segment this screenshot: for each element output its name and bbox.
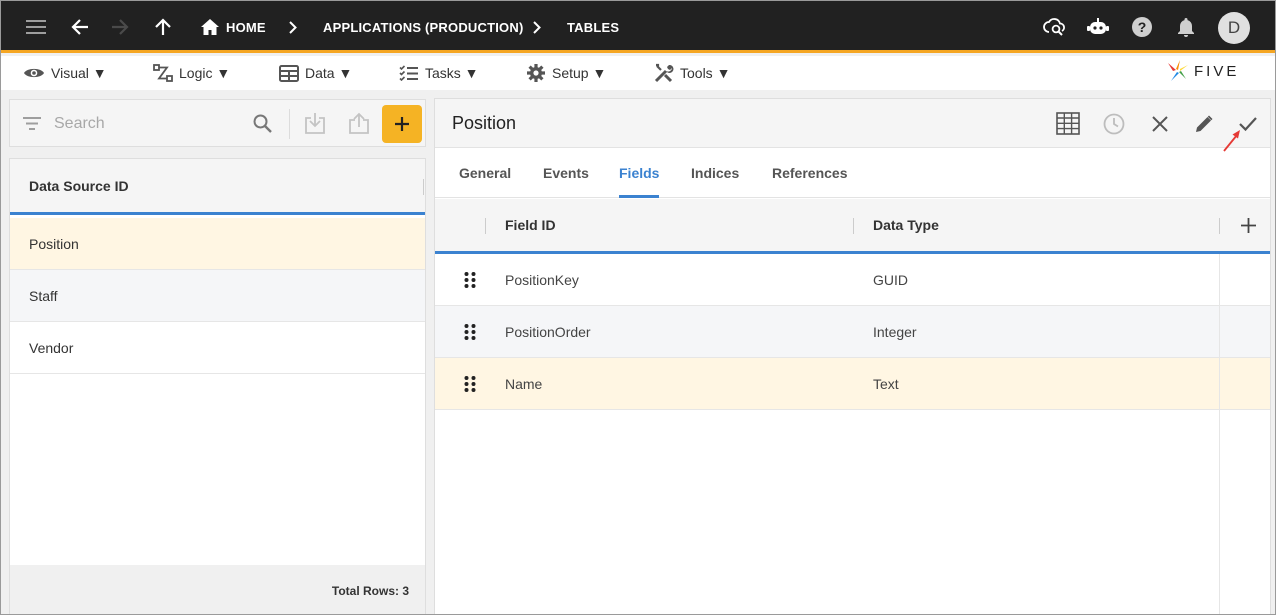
plus-icon xyxy=(395,117,409,131)
menu-data-label: Data ▼ xyxy=(305,65,353,81)
list-item-vendor[interactable]: Vendor xyxy=(10,322,425,374)
five-logo-text: FIVE xyxy=(1194,62,1240,80)
detail-tabs: General Events Fields Indices References xyxy=(435,149,1270,198)
home-icon[interactable] xyxy=(200,1,220,53)
table-row[interactable]: PositionKey GUID xyxy=(435,254,1270,306)
tab-references[interactable]: References xyxy=(772,149,848,197)
list-column-header-label: Data Source ID xyxy=(29,177,129,194)
tab-events[interactable]: Events xyxy=(543,149,589,197)
search-icon[interactable] xyxy=(251,100,273,146)
menu-tools-label: Tools ▼ xyxy=(680,65,731,81)
breadcrumb-tables[interactable]: TABLES xyxy=(567,1,619,53)
forward-arrow-icon[interactable] xyxy=(107,1,133,53)
list-item-label: Position xyxy=(29,235,79,252)
list-item-staff[interactable]: Staff xyxy=(10,270,425,322)
record-detail-panel: Position General Events Fields Indices R… xyxy=(434,98,1271,614)
data-type-cell: Text xyxy=(873,375,899,392)
menu-visual[interactable]: Visual ▼ xyxy=(23,56,107,90)
history-icon[interactable] xyxy=(1094,99,1134,148)
column-divider xyxy=(853,218,854,234)
menu-visual-label: Visual ▼ xyxy=(51,65,107,81)
svg-text:?: ? xyxy=(1138,19,1147,35)
close-icon[interactable] xyxy=(1140,99,1180,148)
chevron-right-icon xyxy=(285,1,301,53)
menu-icon[interactable] xyxy=(23,1,49,53)
add-field-icon[interactable] xyxy=(1233,210,1263,240)
field-id-cell: PositionKey xyxy=(505,271,579,288)
menu-setup[interactable]: Setup ▼ xyxy=(526,56,606,90)
add-record-button[interactable] xyxy=(382,105,422,143)
detail-header: Position xyxy=(435,99,1270,148)
menu-tools[interactable]: Tools ▼ xyxy=(654,56,730,90)
tools-icon xyxy=(654,63,674,83)
list-item-position[interactable]: Position xyxy=(10,218,425,270)
list-toolbar xyxy=(9,99,426,147)
app-window: HOME APPLICATIONS (PRODUCTION) TABLES ? … xyxy=(0,0,1276,615)
table-row[interactable]: Name Text xyxy=(435,358,1270,410)
menu-logic[interactable]: Logic ▼ xyxy=(153,56,230,90)
list-column-header[interactable]: Data Source ID xyxy=(10,159,425,215)
main-menu-bar: Visual ▼ Logic ▼ Data ▼ Tasks ▼ Setup ▼ … xyxy=(1,56,1275,90)
fields-grid-header: Field ID Data Type xyxy=(435,199,1270,254)
gear-icon xyxy=(527,64,545,82)
table-row[interactable]: PositionOrder Integer xyxy=(435,306,1270,358)
eye-icon xyxy=(24,68,44,78)
upload-icon[interactable] xyxy=(348,100,370,146)
chatbot-icon[interactable] xyxy=(1085,1,1111,53)
tab-general[interactable]: General xyxy=(459,149,511,197)
five-logo: FIVE xyxy=(1166,59,1239,83)
field-id-cell: Name xyxy=(505,375,543,392)
drag-handle-icon[interactable] xyxy=(463,323,477,341)
download-icon[interactable] xyxy=(304,100,326,146)
data-type-cell: GUID xyxy=(873,271,908,288)
menu-logic-label: Logic ▼ xyxy=(179,65,231,81)
column-header-field-id[interactable]: Field ID xyxy=(505,199,556,251)
menu-tasks[interactable]: Tasks ▼ xyxy=(399,56,479,90)
grid-view-icon[interactable] xyxy=(1048,99,1088,148)
toolbar-divider xyxy=(289,109,290,139)
data-source-list: Data Source ID Position Staff Vendor Tot… xyxy=(9,158,426,614)
back-arrow-icon[interactable] xyxy=(67,1,93,53)
tab-indices[interactable]: Indices xyxy=(691,149,739,197)
tab-fields[interactable]: Fields xyxy=(619,149,660,198)
top-navigation-bar: HOME APPLICATIONS (PRODUCTION) TABLES ? … xyxy=(1,1,1275,53)
filter-icon[interactable] xyxy=(22,100,42,146)
table-icon xyxy=(279,64,299,82)
drag-handle-icon[interactable] xyxy=(463,375,477,393)
list-item-label: Vendor xyxy=(29,339,74,356)
menu-data[interactable]: Data ▼ xyxy=(279,56,352,90)
column-divider xyxy=(423,179,424,195)
drag-handle-icon[interactable] xyxy=(463,271,477,289)
checklist-icon xyxy=(399,65,418,81)
five-logo-icon xyxy=(1168,60,1188,81)
chevron-right-icon xyxy=(529,1,545,53)
column-divider xyxy=(1219,254,1220,614)
breadcrumb-applications[interactable]: APPLICATIONS (PRODUCTION) xyxy=(323,1,523,53)
up-arrow-icon[interactable] xyxy=(151,1,175,53)
cloud-search-icon[interactable] xyxy=(1042,1,1068,53)
column-divider xyxy=(1219,218,1220,234)
list-item-label: Staff xyxy=(29,287,58,304)
edit-icon[interactable] xyxy=(1184,99,1224,148)
page-title: Position xyxy=(452,113,517,133)
help-icon[interactable]: ? xyxy=(1130,1,1154,53)
breadcrumb-home[interactable]: HOME xyxy=(226,1,266,53)
flow-icon xyxy=(153,64,173,82)
column-divider xyxy=(485,218,486,234)
bell-icon[interactable] xyxy=(1174,1,1198,53)
menu-tasks-label: Tasks ▼ xyxy=(425,65,479,81)
search-input[interactable] xyxy=(54,112,244,136)
field-id-cell: PositionOrder xyxy=(505,323,591,340)
total-rows: Total Rows: 3 xyxy=(10,565,425,614)
avatar[interactable]: D xyxy=(1218,12,1250,44)
data-type-cell: Integer xyxy=(873,323,917,340)
column-header-data-type[interactable]: Data Type xyxy=(873,199,939,251)
annotation-arrow-icon xyxy=(1223,130,1240,152)
menu-setup-label: Setup ▼ xyxy=(552,65,607,81)
